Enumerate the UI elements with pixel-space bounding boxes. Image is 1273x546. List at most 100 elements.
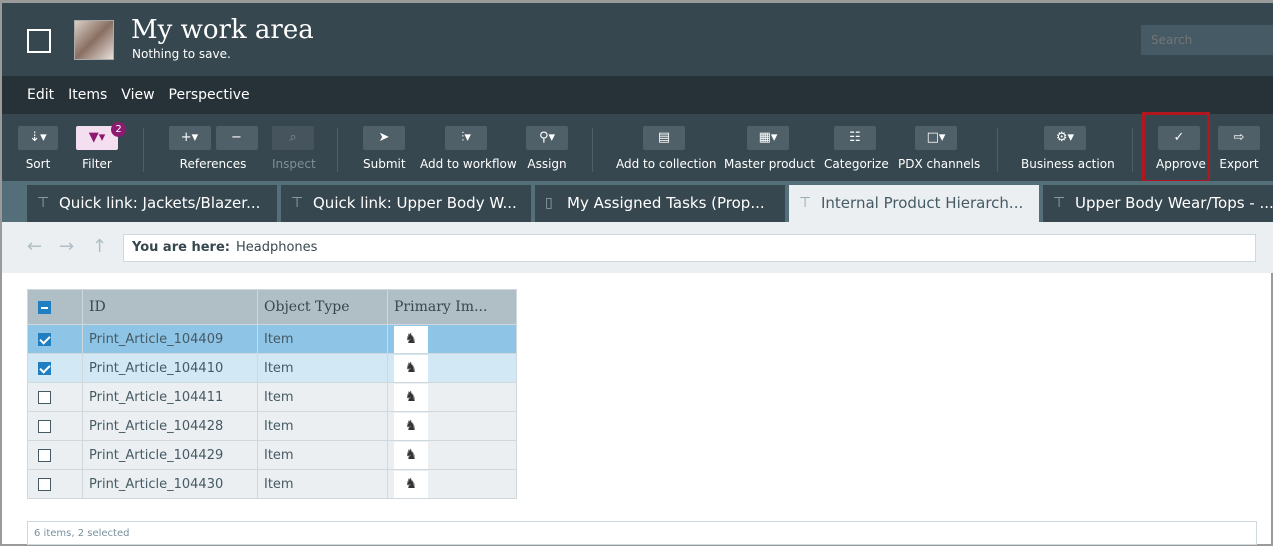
up-arrow-icon[interactable]: ↑ bbox=[92, 236, 107, 257]
menu-perspective[interactable]: Perspective bbox=[169, 87, 250, 103]
cell-object-type: Item bbox=[257, 324, 388, 354]
sort-icon: ⇣▾ bbox=[18, 126, 58, 150]
status-bar: 6 items, 2 selected bbox=[27, 521, 1257, 545]
pdx-icon: □▾ bbox=[915, 126, 957, 150]
cell-id: Print_Article_104430 bbox=[82, 469, 258, 499]
table-row[interactable]: Print_Article_104409 Item ♞ bbox=[27, 324, 517, 354]
row-checkbox[interactable] bbox=[27, 353, 83, 383]
row-checkbox[interactable] bbox=[27, 440, 83, 470]
tab-strip: ⊤ Quick link: Jackets/Blazer... ⊤ Quick li… bbox=[2, 181, 1273, 222]
table-row[interactable]: Print_Article_104430 Item ♞ bbox=[27, 469, 517, 499]
cell-primary-image: ♞ bbox=[387, 469, 517, 499]
cell-id: Print_Article_104410 bbox=[82, 353, 258, 383]
product-thumbnail: ♞ bbox=[394, 325, 428, 353]
document-icon: ▯ bbox=[545, 195, 553, 211]
menu-edit[interactable]: Edit bbox=[27, 87, 54, 103]
tab-my-assigned-tasks[interactable]: ▯ My Assigned Tasks (Prop... bbox=[535, 185, 785, 222]
table-row[interactable]: Print_Article_104411 Item ♞ bbox=[27, 382, 517, 412]
back-arrow-icon[interactable]: ← bbox=[27, 236, 42, 257]
collection-icon: ▤ bbox=[643, 126, 685, 150]
inspect-button[interactable]: ⌕ Inspect bbox=[272, 126, 316, 171]
product-thumbnail: ♞ bbox=[394, 354, 428, 382]
add-to-collection-button[interactable]: ▤ Add to collection bbox=[616, 126, 716, 171]
sort-button[interactable]: ⇣▾ Sort bbox=[18, 126, 58, 171]
filter-badge: 2 bbox=[111, 122, 126, 137]
toolbar: ⇣▾ Sort ▼▾ 2 Filter +▾ − References ⌕ Inspect … bbox=[2, 112, 1273, 183]
product-thumbnail: ♞ bbox=[394, 412, 428, 440]
cell-object-type: Item bbox=[257, 440, 388, 470]
tab-internal-product-hierarchy[interactable]: ⊤ Internal Product Hierarch... bbox=[789, 185, 1039, 222]
row-checkbox[interactable] bbox=[27, 469, 83, 499]
cell-primary-image: ♞ bbox=[387, 382, 517, 412]
tab-quick-link-jackets[interactable]: ⊤ Quick link: Jackets/Blazer... bbox=[27, 185, 277, 222]
table-row[interactable]: Print_Article_104429 Item ♞ bbox=[27, 440, 517, 470]
row-checkbox[interactable] bbox=[27, 411, 83, 441]
address-bar: ← → ↑ You are here: Headphones bbox=[2, 222, 1273, 273]
product-thumbnail: ♞ bbox=[394, 470, 428, 498]
cell-id: Print_Article_104429 bbox=[82, 440, 258, 470]
menu-items[interactable]: Items bbox=[68, 87, 107, 103]
cell-primary-image: ♞ bbox=[387, 324, 517, 354]
references-button[interactable]: +▾ − References bbox=[168, 126, 258, 171]
cell-object-type: Item bbox=[257, 411, 388, 441]
add-reference-icon: +▾ bbox=[168, 126, 211, 150]
tab-quick-link-upper-body[interactable]: ⊤ Quick link: Upper Body W... bbox=[281, 185, 531, 222]
submit-button[interactable]: ➤ Submit bbox=[363, 126, 406, 171]
search-input[interactable] bbox=[1141, 25, 1273, 55]
master-product-icon: ▦▾ bbox=[747, 126, 789, 150]
table-row[interactable]: Print_Article_104428 Item ♞ bbox=[27, 411, 517, 441]
export-button[interactable]: ⇨ Export bbox=[1217, 126, 1261, 171]
hierarchy-icon: ⊤ bbox=[799, 195, 812, 211]
column-primary-image[interactable]: Primary Im... bbox=[387, 289, 517, 325]
cell-object-type: Item bbox=[257, 382, 388, 412]
cell-primary-image: ♞ bbox=[387, 353, 517, 383]
inspect-icon: ⌕ bbox=[272, 126, 314, 150]
workflow-icon: ⫶▾ bbox=[445, 126, 487, 150]
cell-object-type: Item bbox=[257, 353, 388, 383]
pdx-channels-button[interactable]: □▾ PDX channels bbox=[898, 126, 980, 171]
approve-highlight bbox=[1142, 112, 1210, 183]
master-product-button[interactable]: ▦▾ Master product bbox=[724, 126, 815, 171]
items-table: ID Object Type Primary Im... Print_Artic… bbox=[27, 289, 517, 499]
product-thumbnail: ♞ bbox=[394, 441, 428, 469]
page-title: My work area bbox=[131, 15, 314, 45]
menu-view[interactable]: View bbox=[121, 87, 154, 103]
table-row[interactable]: Print_Article_104410 Item ♞ bbox=[27, 353, 517, 383]
remove-reference-icon: − bbox=[215, 126, 258, 150]
tab-upper-body-wear[interactable]: ⊤ Upper Body Wear/Tops - ... bbox=[1043, 185, 1273, 222]
cell-primary-image: ♞ bbox=[387, 411, 517, 441]
app-logo-icon[interactable] bbox=[27, 29, 51, 53]
categorize-button[interactable]: ☷ Categorize bbox=[824, 126, 889, 171]
avatar[interactable] bbox=[74, 20, 114, 60]
send-icon: ➤ bbox=[363, 126, 405, 150]
cell-id: Print_Article_104428 bbox=[82, 411, 258, 441]
hierarchy-icon: ⊤ bbox=[1053, 195, 1066, 211]
categorize-icon: ☷ bbox=[834, 126, 876, 150]
gears-icon: ⚙▾ bbox=[1044, 126, 1086, 150]
add-to-workflow-button[interactable]: ⫶▾ Add to workflow bbox=[420, 126, 517, 171]
product-thumbnail: ♞ bbox=[394, 383, 428, 411]
filter-button[interactable]: ▼▾ 2 Filter bbox=[76, 122, 126, 171]
cell-object-type: Item bbox=[257, 469, 388, 499]
menu-bar: Edit Items View Perspective bbox=[2, 76, 1273, 114]
column-object-type[interactable]: Object Type bbox=[257, 289, 388, 325]
cell-id: Print_Article_104411 bbox=[82, 382, 258, 412]
hierarchy-icon: ⊤ bbox=[37, 195, 50, 211]
row-checkbox[interactable] bbox=[27, 382, 83, 412]
breadcrumb[interactable]: You are here: Headphones bbox=[123, 234, 1256, 262]
forward-arrow-icon[interactable]: → bbox=[59, 236, 74, 257]
select-all-checkbox[interactable] bbox=[27, 289, 83, 325]
hierarchy-icon: ⊤ bbox=[291, 195, 304, 211]
row-checkbox[interactable] bbox=[27, 324, 83, 354]
cell-id: Print_Article_104409 bbox=[82, 324, 258, 354]
filter-icon: ▼▾ 2 bbox=[76, 122, 126, 150]
cell-primary-image: ♞ bbox=[387, 440, 517, 470]
assign-icon: ⚲▾ bbox=[526, 126, 568, 150]
table-header: ID Object Type Primary Im... bbox=[27, 289, 517, 325]
business-action-button[interactable]: ⚙▾ Business action bbox=[1021, 126, 1115, 171]
save-status: Nothing to save. bbox=[132, 47, 231, 61]
export-icon: ⇨ bbox=[1218, 126, 1260, 150]
column-id[interactable]: ID bbox=[82, 289, 258, 325]
app-header: My work area Nothing to save. bbox=[2, 3, 1273, 76]
assign-button[interactable]: ⚲▾ Assign bbox=[526, 126, 568, 171]
